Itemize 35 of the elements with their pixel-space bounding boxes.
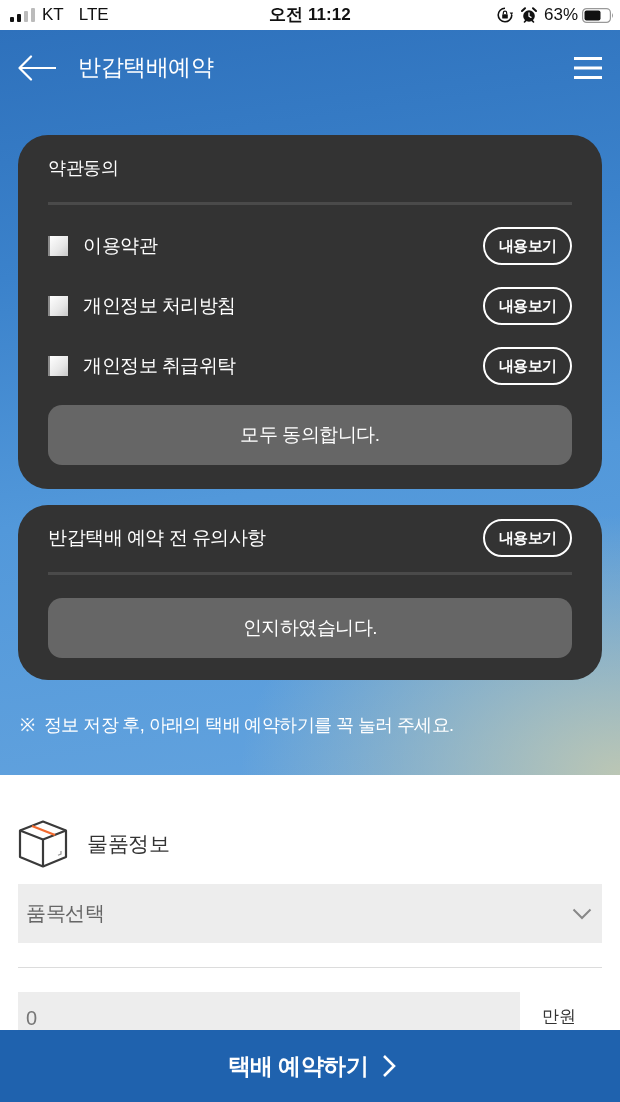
carrier-text: KT (42, 5, 64, 25)
note-text: 정보 저장 후, 아래의 택배 예약하기를 꼭 눌러 주세요. (44, 714, 454, 737)
view-button[interactable]: 내용보기 (483, 347, 572, 385)
reserve-button[interactable]: 택배 예약하기 (0, 1030, 620, 1102)
network-text: LTE (78, 5, 109, 25)
checkbox[interactable] (48, 236, 68, 256)
view-button[interactable]: 내용보기 (483, 287, 572, 325)
rotation-lock-icon (496, 7, 513, 23)
terms-label: 개인정보 취급위탁 (83, 354, 237, 378)
category-select[interactable]: 품목선택 (18, 884, 602, 943)
chevron-down-icon (572, 907, 592, 920)
card-title: 반갑택배 예약 전 유의사항 (48, 526, 266, 550)
terms-label: 개인정보 처리방침 (83, 294, 237, 318)
amount-field[interactable]: 0 (18, 992, 520, 1030)
checkbox[interactable] (48, 296, 68, 316)
signal-icon (10, 8, 35, 22)
terms-label: 이용약관 (83, 234, 159, 258)
clock-text: 오전 11:12 (269, 5, 351, 25)
acknowledge-button[interactable]: 인지하였습니다. (48, 598, 572, 658)
checkbox[interactable] (48, 356, 68, 376)
view-button[interactable]: 내용보기 (483, 227, 572, 265)
chevron-right-icon (382, 1054, 397, 1078)
battery-icon (582, 7, 614, 23)
view-button[interactable]: 내용보기 (483, 519, 572, 557)
menu-icon[interactable] (574, 55, 602, 80)
alarm-clock-icon (520, 7, 537, 23)
section-title: 물품정보 (87, 831, 169, 857)
page-title: 반갑택배예약 (78, 53, 215, 82)
card-title: 약관동의 (48, 157, 118, 180)
box-icon (18, 820, 68, 868)
battery-percent-text: 63% (543, 5, 578, 25)
note-mark: ※ (20, 714, 35, 737)
agree-all-button[interactable]: 모두 동의합니다. (48, 405, 572, 465)
back-arrow-icon[interactable] (18, 54, 56, 81)
unit-label: 만원 (542, 1006, 576, 1028)
